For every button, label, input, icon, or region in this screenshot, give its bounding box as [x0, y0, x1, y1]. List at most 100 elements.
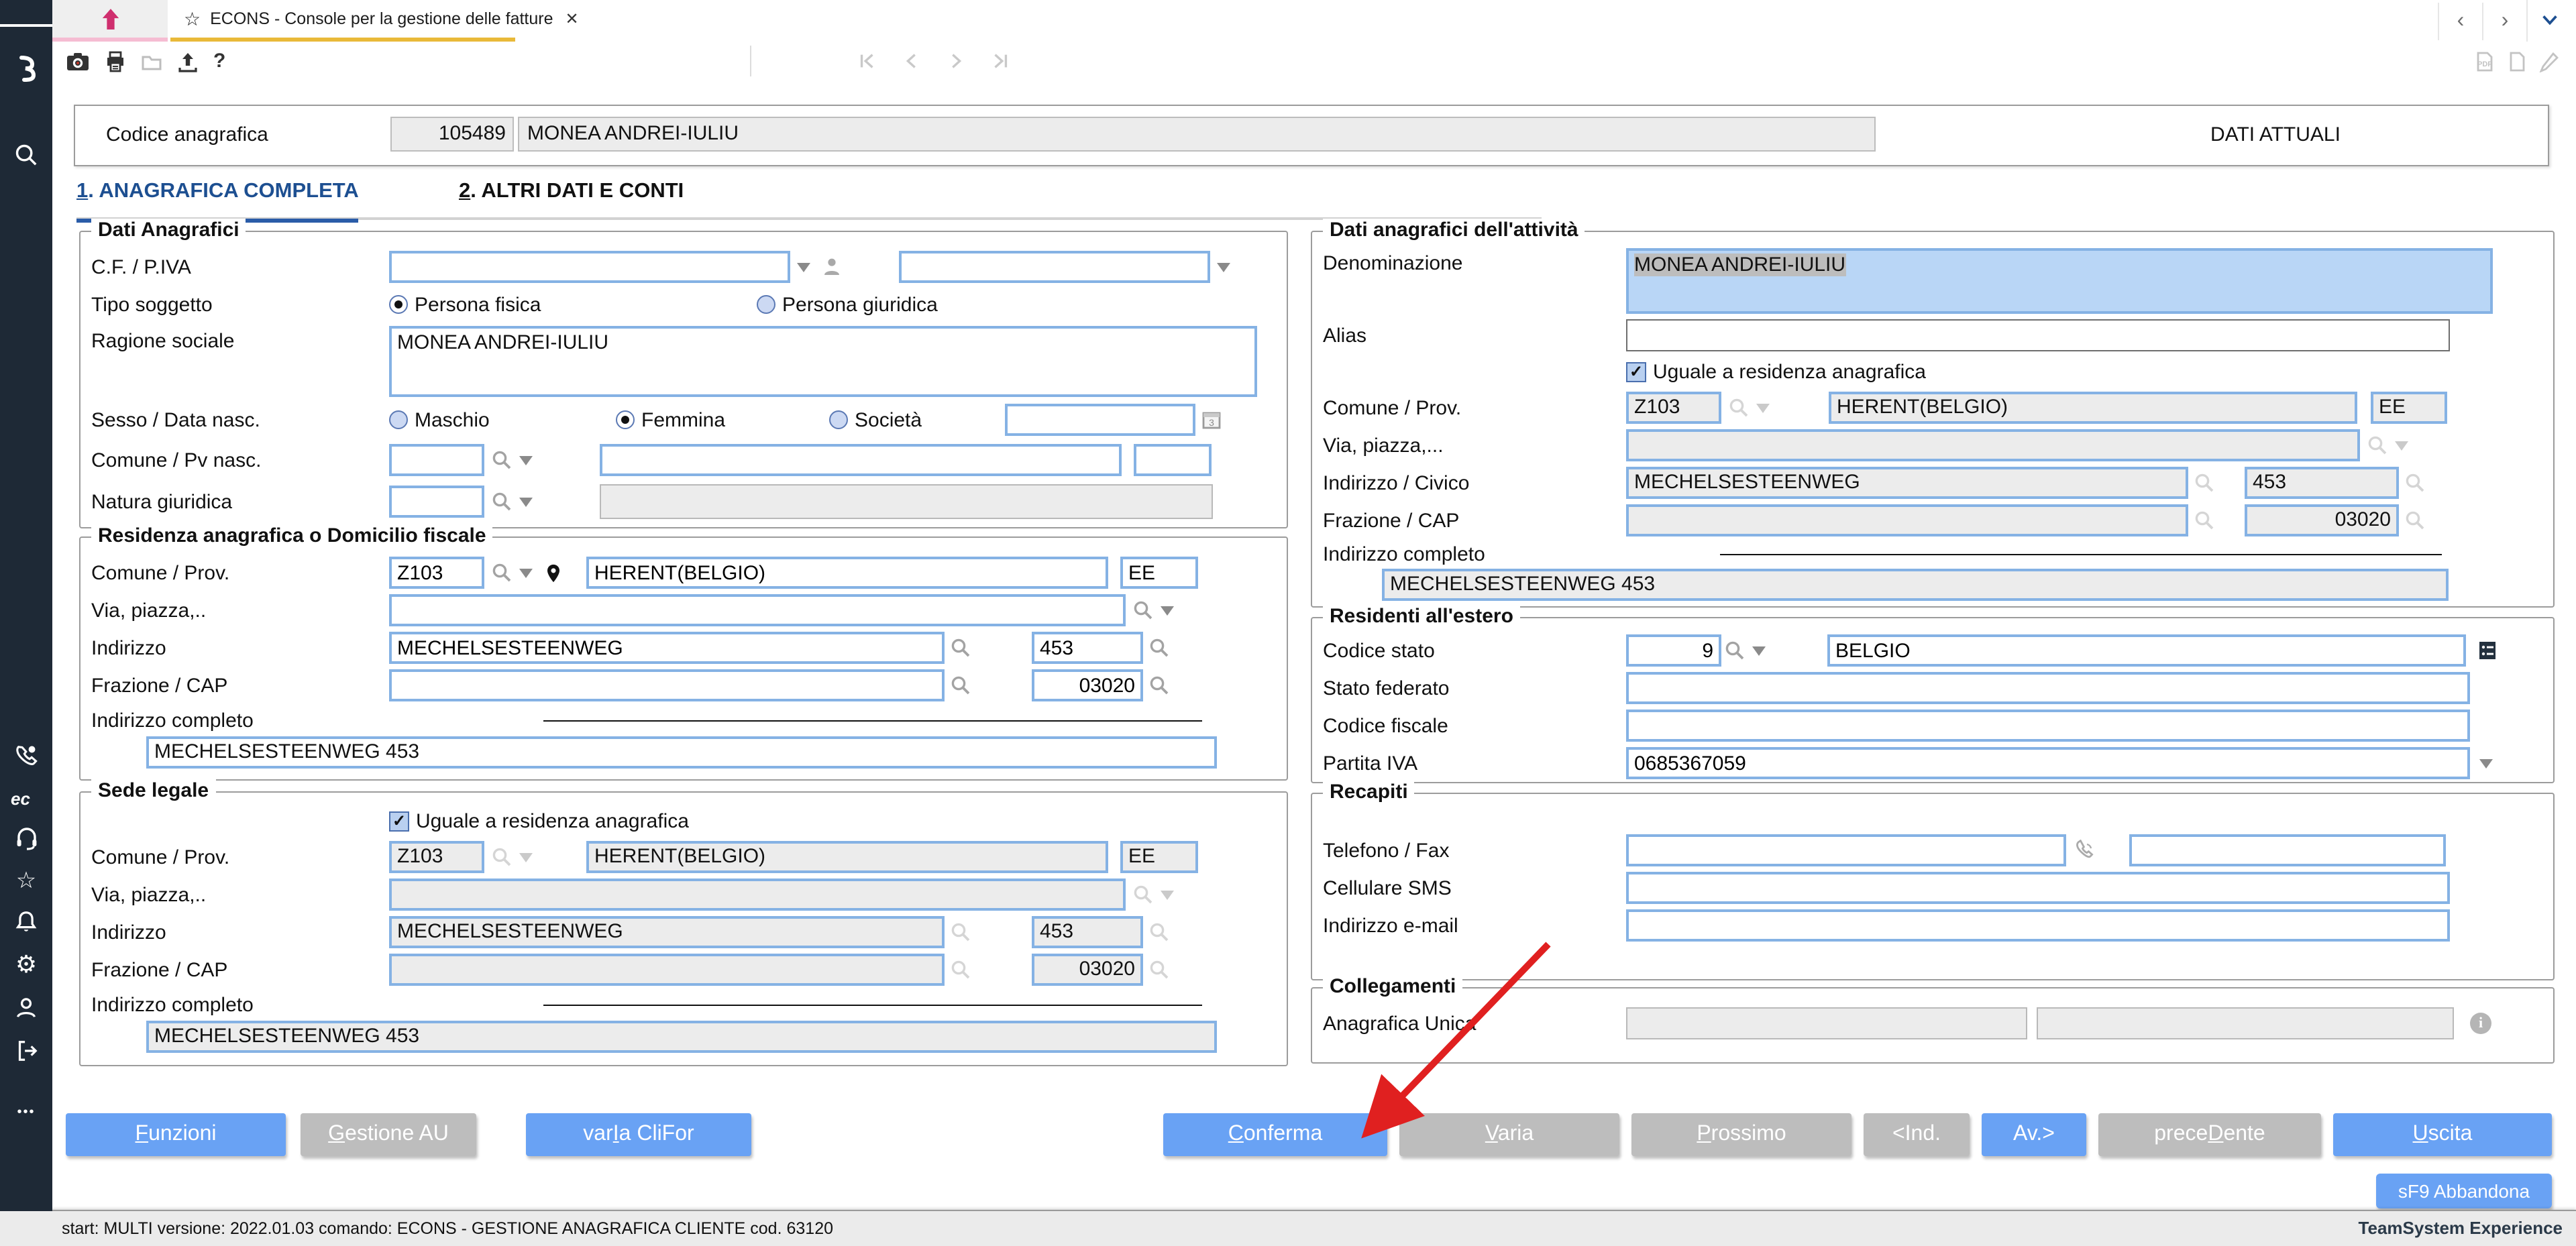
piva-dropdown-icon[interactable]: [1217, 262, 1230, 272]
search-lookup-icon[interactable]: [1724, 640, 1746, 661]
search-lookup-icon[interactable]: [1148, 675, 1170, 696]
radio-femmina[interactable]: [616, 410, 635, 429]
headset-support-icon[interactable]: [0, 821, 52, 856]
tab-altri-dati-e-conti[interactable]: 2. ALTRI DATI E CONTI: [459, 180, 684, 215]
indietro-button[interactable]: <Ind.: [1864, 1113, 1970, 1156]
indirizzo-input[interactable]: [389, 632, 945, 664]
home-tab[interactable]: [52, 0, 168, 42]
search-lookup-icon[interactable]: [950, 675, 971, 696]
varia-clifor-button[interactable]: varIa CliFor: [526, 1113, 751, 1156]
fax-input[interactable]: [2129, 834, 2446, 866]
stato-dropdown-icon[interactable]: [1752, 646, 1766, 655]
user-profile-icon[interactable]: [0, 990, 52, 1025]
tabs-scroll-right-icon[interactable]: ›: [2482, 2, 2526, 40]
email-input[interactable]: [1626, 909, 2450, 942]
search-icon[interactable]: [0, 137, 52, 172]
camera-icon[interactable]: [66, 50, 90, 72]
person-icon[interactable]: [821, 256, 843, 278]
radio-societa[interactable]: [829, 410, 848, 429]
search-lookup-icon[interactable]: [950, 637, 971, 659]
stato-nome-input[interactable]: [1827, 634, 2466, 667]
nav-last-icon[interactable]: [990, 51, 1010, 71]
prossimo-button[interactable]: Prossimo: [1631, 1113, 1851, 1156]
upload-icon[interactable]: [177, 50, 199, 72]
tabs-list-chevron-icon[interactable]: [2526, 0, 2571, 43]
nav-first-icon[interactable]: [857, 51, 877, 71]
menu-icon[interactable]: [0, 8, 52, 43]
print-icon[interactable]: [105, 50, 126, 72]
tabs-scroll-left-icon[interactable]: ‹: [2438, 2, 2482, 40]
pdf-icon[interactable]: [2474, 50, 2496, 72]
radio-maschio[interactable]: [389, 410, 408, 429]
calendar-icon[interactable]: [1201, 409, 1222, 431]
search-lookup-icon[interactable]: [491, 491, 513, 512]
comune-nasc-nome-input[interactable]: [600, 444, 1122, 476]
natura-cod-input[interactable]: [389, 486, 484, 518]
codice-fiscale-input[interactable]: [1626, 710, 2470, 742]
cf-input[interactable]: [389, 251, 790, 283]
partita-iva-input[interactable]: [1626, 747, 2470, 779]
search-lookup-icon[interactable]: [1132, 600, 1154, 621]
comune-cod-input[interactable]: [389, 557, 484, 589]
partita-iva-dropdown-icon[interactable]: [2479, 758, 2493, 768]
comune-nome-input[interactable]: [586, 557, 1108, 589]
comune-dropdown-icon[interactable]: [519, 568, 533, 577]
gestione-au-button[interactable]: Gestione AU: [301, 1113, 476, 1156]
uguale-residenza-checkbox[interactable]: ✓: [1626, 361, 1646, 382]
logout-icon[interactable]: [0, 1033, 52, 1068]
varia-button[interactable]: Varia: [1399, 1113, 1619, 1156]
stato-federato-input[interactable]: [1626, 672, 2470, 704]
gear-settings-icon[interactable]: ⚙: [0, 947, 52, 982]
radio-persona-giuridica[interactable]: [757, 295, 775, 314]
ec-logo-icon[interactable]: [0, 782, 52, 817]
via-dropdown-icon[interactable]: [1161, 606, 1174, 615]
funzioni-button[interactable]: Funzioni: [66, 1113, 286, 1156]
prov-input[interactable]: [1120, 557, 1198, 589]
bell-notifications-icon[interactable]: [0, 904, 52, 939]
civico-input[interactable]: [1032, 632, 1143, 664]
radio-persona-fisica[interactable]: [389, 295, 408, 314]
cf-dropdown-icon[interactable]: [797, 262, 810, 272]
tab-anagrafica-completa[interactable]: 1. ANAGRAFICA COMPLETA: [76, 180, 359, 223]
help-icon[interactable]: ?: [213, 50, 225, 72]
nav-prev-icon[interactable]: [902, 51, 922, 71]
codice-stato-input[interactable]: [1626, 634, 1721, 667]
indirizzo-completo-field[interactable]: MECHELSESTEENWEG 453: [146, 736, 1217, 769]
map-pin-icon[interactable]: [543, 563, 564, 583]
abbandona-button[interactable]: sF9 Abbandona: [2376, 1174, 2552, 1208]
via-input[interactable]: [389, 594, 1126, 626]
folder-icon[interactable]: [141, 50, 162, 72]
avanti-button[interactable]: Av.>: [1982, 1113, 2086, 1156]
search-lookup-icon[interactable]: [1148, 637, 1170, 659]
close-tab-icon[interactable]: ✕: [563, 9, 582, 28]
search-lookup-icon[interactable]: [491, 449, 513, 471]
info-icon[interactable]: i: [2470, 1013, 2491, 1034]
uguale-residenza-checkbox[interactable]: ✓: [389, 811, 409, 831]
frazione-input[interactable]: [389, 669, 945, 701]
denominazione-input[interactable]: MONEA ANDREI-IULIU: [1626, 248, 2493, 314]
new-doc-icon[interactable]: [2506, 50, 2528, 72]
telefono-input[interactable]: [1626, 834, 2066, 866]
tab-econs[interactable]: ☆ ECONS - Console per la gestione delle …: [170, 0, 515, 42]
conferma-button[interactable]: Conferma: [1163, 1113, 1387, 1156]
comune-nasc-dropdown-icon[interactable]: [519, 455, 533, 465]
star-favorites-icon[interactable]: ☆: [0, 864, 52, 899]
ragione-sociale-input[interactable]: MONEA ANDREI-IULIU: [389, 326, 1257, 397]
list-detail-icon[interactable]: [2477, 640, 2498, 661]
more-ellipsis-icon[interactable]: •••: [0, 1094, 52, 1129]
edit-pencil-icon[interactable]: [2538, 50, 2560, 72]
natura-dropdown-icon[interactable]: [519, 497, 533, 506]
piva-input[interactable]: [899, 251, 1210, 283]
cap-input[interactable]: [1032, 669, 1143, 701]
search-lookup-icon[interactable]: [491, 562, 513, 583]
data-nascita-input[interactable]: [1005, 404, 1195, 436]
comune-nasc-cod-input[interactable]: [389, 444, 484, 476]
favorite-star-icon[interactable]: ☆: [184, 7, 201, 30]
cellulare-input[interactable]: [1626, 872, 2450, 904]
phone-contact-icon[interactable]: [0, 738, 52, 773]
alias-input[interactable]: [1626, 319, 2450, 351]
precedente-button[interactable]: preceDente: [2098, 1113, 2321, 1156]
pv-nasc-input[interactable]: [1134, 444, 1212, 476]
nav-next-icon[interactable]: [946, 51, 966, 71]
uscita-button[interactable]: Uscita: [2333, 1113, 2552, 1156]
